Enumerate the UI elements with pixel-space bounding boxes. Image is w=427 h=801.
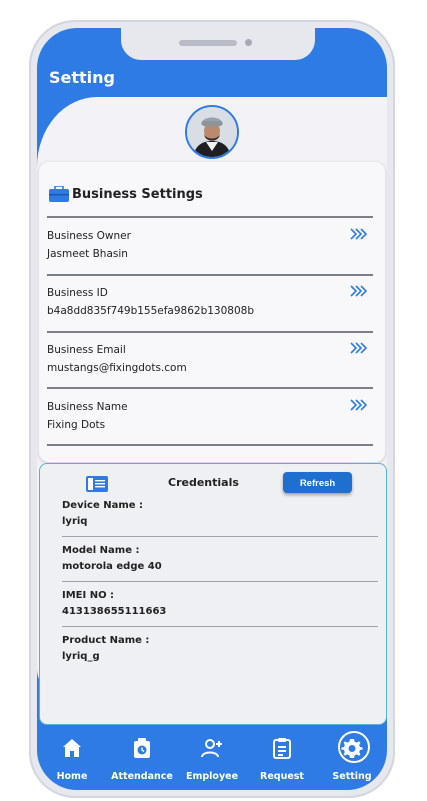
chevron-right-icon[interactable] <box>349 341 367 355</box>
notch <box>121 28 315 60</box>
row-label: Business Email <box>47 344 126 356</box>
row-label: Device Name : <box>62 500 144 511</box>
row-label: Business Name <box>47 401 128 413</box>
attendance-icon <box>134 738 150 758</box>
chevron-right-icon[interactable] <box>349 227 367 241</box>
divider <box>62 626 378 627</box>
app-screen: Setting Business Settings Business Owner… <box>37 28 387 790</box>
row-value: b4a8dd835f749b155efa9862b130808b <box>47 305 255 317</box>
divider <box>47 331 373 333</box>
divider <box>47 444 373 446</box>
nav-attendance[interactable]: Attendance <box>107 728 177 788</box>
business-id-row[interactable]: Business ID b4a8dd835f749b155efa9862b130… <box>47 283 373 333</box>
business-settings-header: Business Settings <box>49 185 203 202</box>
credentials-card: Credentials Refresh Device Name : lyriq … <box>39 463 387 725</box>
bottom-nav: Home Attendance Employee Request Setting <box>37 728 387 790</box>
business-owner-row[interactable]: Business Owner Jasmeet Bhasin <box>47 226 373 276</box>
request-icon <box>273 738 291 759</box>
row-value: Fixing Dots <box>47 419 106 431</box>
divider <box>47 387 373 389</box>
row-value: motorola edge 40 <box>62 561 162 572</box>
front-camera <box>245 39 252 46</box>
model-name-row: Model Name : motorola edge 40 <box>62 545 378 591</box>
row-label: Business ID <box>47 287 108 299</box>
business-settings-card: Business Settings Business Owner Jasmeet… <box>39 162 385 462</box>
row-value: 413138655111663 <box>62 606 167 617</box>
business-settings-title: Business Settings <box>72 186 203 202</box>
nav-label: Attendance <box>111 771 173 782</box>
device-name-row: Device Name : lyriq <box>62 500 378 546</box>
row-label: Model Name : <box>62 545 140 556</box>
briefcase-icon <box>49 185 69 202</box>
row-label: Business Owner <box>47 230 131 242</box>
divider <box>47 274 373 276</box>
row-label: Product Name : <box>62 635 150 646</box>
notebook-icon <box>86 476 108 492</box>
gear-icon <box>341 739 363 758</box>
row-value: lyriq_g <box>62 651 100 662</box>
imei-row: IMEI NO : 413138655111663 <box>62 590 378 636</box>
nav-label: Employee <box>185 771 239 782</box>
row-value: lyriq <box>62 516 88 527</box>
row-value: Jasmeet Bhasin <box>47 248 128 260</box>
credentials-title: Credentials <box>168 476 239 489</box>
nav-label: Request <box>260 771 304 782</box>
business-email-row[interactable]: Business Email mustangs@fixingdots.com <box>47 340 373 390</box>
nav-request[interactable]: Request <box>247 728 317 788</box>
chevron-right-icon[interactable] <box>349 398 367 412</box>
product-name-row: Product Name : lyriq_g <box>62 635 378 681</box>
speaker <box>179 40 237 46</box>
avatar[interactable] <box>185 105 239 159</box>
chevron-right-icon[interactable] <box>349 284 367 298</box>
nav-setting[interactable]: Setting <box>317 728 387 788</box>
row-label: IMEI NO : <box>62 590 115 601</box>
phone-frame: Setting Business Settings Business Owner… <box>29 20 395 798</box>
nav-home[interactable]: Home <box>37 728 107 788</box>
nav-label: Setting <box>332 771 372 782</box>
refresh-button[interactable]: Refresh <box>283 472 352 493</box>
page-title: Setting <box>49 68 115 87</box>
business-name-row[interactable]: Business Name Fixing Dots <box>47 397 373 447</box>
divider <box>62 581 378 582</box>
nav-label: Home <box>56 771 88 782</box>
nav-employee[interactable]: Employee <box>177 728 247 788</box>
home-icon <box>63 739 81 757</box>
row-value: mustangs@fixingdots.com <box>47 362 187 374</box>
divider <box>62 536 378 537</box>
add-user-icon <box>201 739 222 758</box>
divider <box>47 216 373 218</box>
